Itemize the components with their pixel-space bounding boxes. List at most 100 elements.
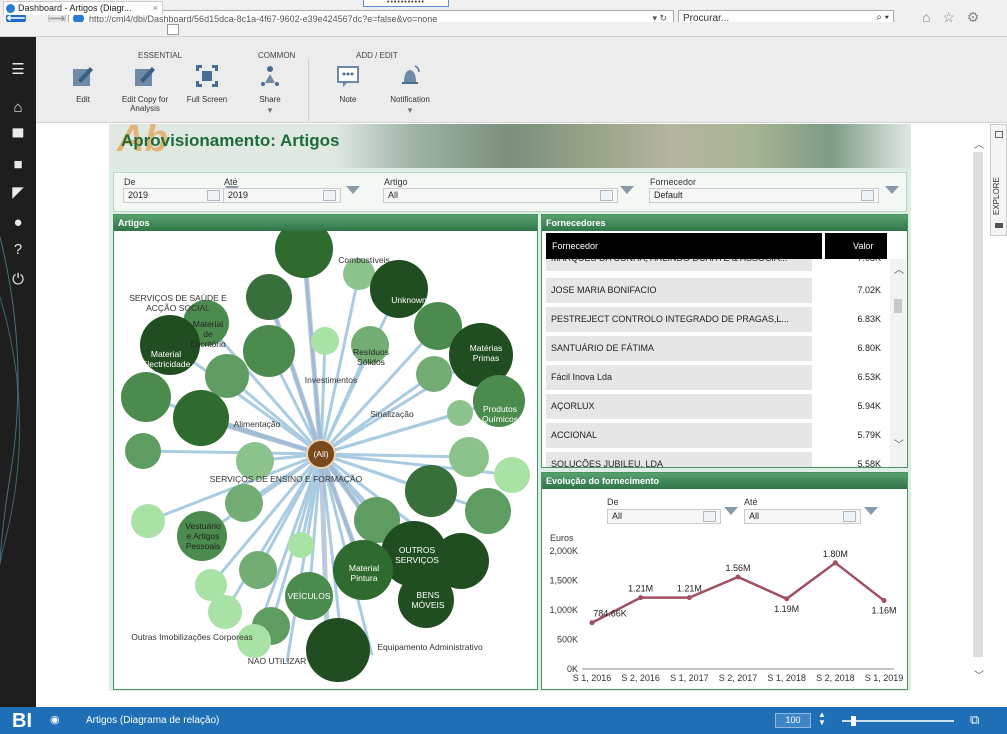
- user-icon[interactable]: ●: [0, 212, 36, 234]
- data-label: 1.80M: [823, 549, 848, 559]
- data-label: 1.56M: [725, 563, 750, 573]
- table-row[interactable]: SOLUÇÕES JUBILEU, LDA 5.58K: [546, 452, 887, 467]
- zoom-stepper-icon[interactable]: ▲ ▼: [818, 711, 826, 727]
- col-fornecedor[interactable]: Fornecedor: [552, 241, 598, 251]
- fornecedor-filter[interactable]: Default: [649, 188, 879, 203]
- col-valor[interactable]: Valor: [822, 233, 882, 259]
- menu-icon[interactable]: ☰: [0, 59, 36, 81]
- scroll-up-icon[interactable]: ︿: [974, 136, 984, 151]
- edit-copy-button[interactable]: Edit Copy for Analysis: [115, 63, 175, 113]
- scroll-down-icon[interactable]: ﹀: [974, 667, 984, 682]
- eye-icon[interactable]: ◉: [50, 713, 60, 726]
- fit-window-icon[interactable]: ⧉: [970, 712, 979, 728]
- calendar-icon[interactable]: [207, 190, 220, 201]
- window-icon: [995, 131, 1003, 138]
- svg-text:Material: Material: [193, 319, 223, 329]
- y-axis-label: Euros: [550, 533, 574, 543]
- table-row[interactable]: JOSE MARIA BONIFACIO 7.02K: [546, 278, 887, 304]
- scroll-down-icon[interactable]: ﹀: [894, 436, 904, 451]
- svg-text:Escritório: Escritório: [190, 339, 226, 349]
- ate-label: Até: [224, 177, 238, 187]
- full-screen-button[interactable]: Full Screen: [177, 63, 237, 104]
- evolucao-line-chart[interactable]: Euros0K500K1,000K1,500K2,000KS 1, 2016 S …: [546, 529, 904, 689]
- evo-de-filter[interactable]: All: [607, 509, 721, 524]
- de-filter[interactable]: 2019: [123, 188, 225, 203]
- scroll-up-icon[interactable]: ︿: [894, 261, 904, 276]
- svg-text:Material: Material: [349, 563, 379, 573]
- pin-icon[interactable]: ◤: [0, 182, 36, 204]
- chevron-down-icon[interactable]: [864, 507, 878, 515]
- data-label: 1.21M: [677, 584, 702, 594]
- banner: Ab Aprovisionamento: Artigos: [109, 124, 911, 168]
- edit-button[interactable]: Edit: [53, 63, 113, 104]
- full-screen-icon: [196, 65, 218, 87]
- svg-text:Combustíveis: Combustíveis: [338, 255, 390, 265]
- explore-panel-toggle[interactable]: EXPLORE: [990, 124, 1007, 236]
- svg-text:Outras Imobilizações Corporeas: Outras Imobilizações Corporeas: [131, 632, 252, 642]
- list-icon[interactable]: [861, 190, 874, 201]
- table-row[interactable]: AÇORLUX 5.94K: [546, 394, 887, 420]
- chevron-down-icon[interactable]: ▼: [380, 106, 440, 115]
- print-icon[interactable]: ▀: [0, 127, 36, 149]
- artigos-network[interactable]: (All) Combustíveis Unknown SERVIÇOS DE S…: [114, 231, 537, 689]
- app-window: ••••••••••• ⟵ ⟶ http://cml4/dbi/Dashboar…: [0, 0, 1007, 734]
- data-point: [881, 598, 887, 604]
- new-tab-button[interactable]: [167, 24, 179, 35]
- note-button[interactable]: Note: [318, 63, 378, 104]
- note-icon[interactable]: ■: [0, 154, 36, 176]
- status-label: Artigos (Diagrama de relação): [86, 715, 220, 726]
- notification-button[interactable]: Notification ▼: [380, 63, 440, 115]
- data-point: [589, 620, 595, 626]
- canvas-scrollbar[interactable]: ︿ ﹀: [971, 124, 986, 689]
- calendar-icon[interactable]: [323, 190, 336, 201]
- close-tab-icon[interactable]: ×: [153, 2, 158, 15]
- table-row[interactable]: Fácil Inova Lda 6.53K: [546, 365, 887, 391]
- evo-ate-filter[interactable]: All: [744, 509, 861, 524]
- y-tick-label: 1,500K: [549, 576, 578, 586]
- data-label: 1.19M: [774, 604, 799, 614]
- artigo-label: Artigo: [384, 177, 408, 187]
- svg-text:Pintura: Pintura: [351, 573, 378, 583]
- table-row[interactable]: SANTUÁRIO DE FÁTIMA 6.80K: [546, 336, 887, 362]
- x-tick-label: S 2, 2017: [719, 673, 758, 683]
- edit-icon: [73, 67, 93, 86]
- artigo-filter[interactable]: All: [383, 188, 618, 203]
- ribbon: ESSENTIAL COMMON ADD / EDIT Edit Edit Co…: [36, 37, 1007, 123]
- list-icon[interactable]: [600, 190, 613, 201]
- fornecedor-label: Fornecedor: [650, 177, 697, 187]
- artigos-panel-title: Artigos: [114, 215, 537, 231]
- data-point: [832, 560, 838, 566]
- share-button[interactable]: Share ▼: [240, 63, 300, 115]
- zoom-input[interactable]: 100: [775, 713, 811, 728]
- home-icon[interactable]: ⌂: [0, 97, 36, 119]
- valor-cell: 7.02K: [816, 278, 887, 303]
- chevron-down-icon[interactable]: [620, 186, 634, 194]
- scroll-thumb[interactable]: [973, 152, 983, 657]
- notification-label: Notification: [390, 95, 430, 104]
- scroll-thumb[interactable]: [894, 299, 902, 313]
- notification-icon: [402, 65, 420, 84]
- svg-text:Equipamento Administrativo: Equipamento Administrativo: [377, 642, 483, 652]
- chevron-down-icon[interactable]: [724, 507, 738, 515]
- table-row[interactable]: PESTREJECT CONTROLO INTEGRADO DE PRAGAS,…: [546, 307, 887, 333]
- de-value: 2019: [128, 190, 149, 200]
- chevron-down-icon[interactable]: [885, 186, 899, 194]
- data-point: [686, 595, 692, 601]
- help-icon[interactable]: ?: [0, 239, 36, 261]
- explore-label: EXPLORE: [992, 177, 1001, 215]
- calendar-icon[interactable]: [703, 511, 716, 522]
- ate-filter[interactable]: 2019: [223, 188, 341, 203]
- note-label: Note: [339, 95, 357, 104]
- svg-text:de: de: [203, 329, 213, 339]
- table-row[interactable]: ACCIONAL 5.79K: [546, 423, 887, 449]
- table-scrollbar[interactable]: ︿ ﹀: [890, 259, 906, 467]
- chevron-down-icon[interactable]: ▼: [240, 106, 300, 115]
- tab-dashboard[interactable]: Dashboard - Artigos (Diagr... ×: [3, 1, 163, 15]
- calendar-icon[interactable]: [843, 511, 856, 522]
- group-essential: ESSENTIAL: [138, 51, 183, 60]
- power-icon[interactable]: ⏻: [0, 269, 36, 291]
- x-tick-label: S 1, 2017: [670, 673, 709, 683]
- zoom-slider-thumb[interactable]: [851, 716, 856, 726]
- zoom-slider[interactable]: [842, 720, 954, 722]
- chevron-down-icon[interactable]: [346, 186, 360, 194]
